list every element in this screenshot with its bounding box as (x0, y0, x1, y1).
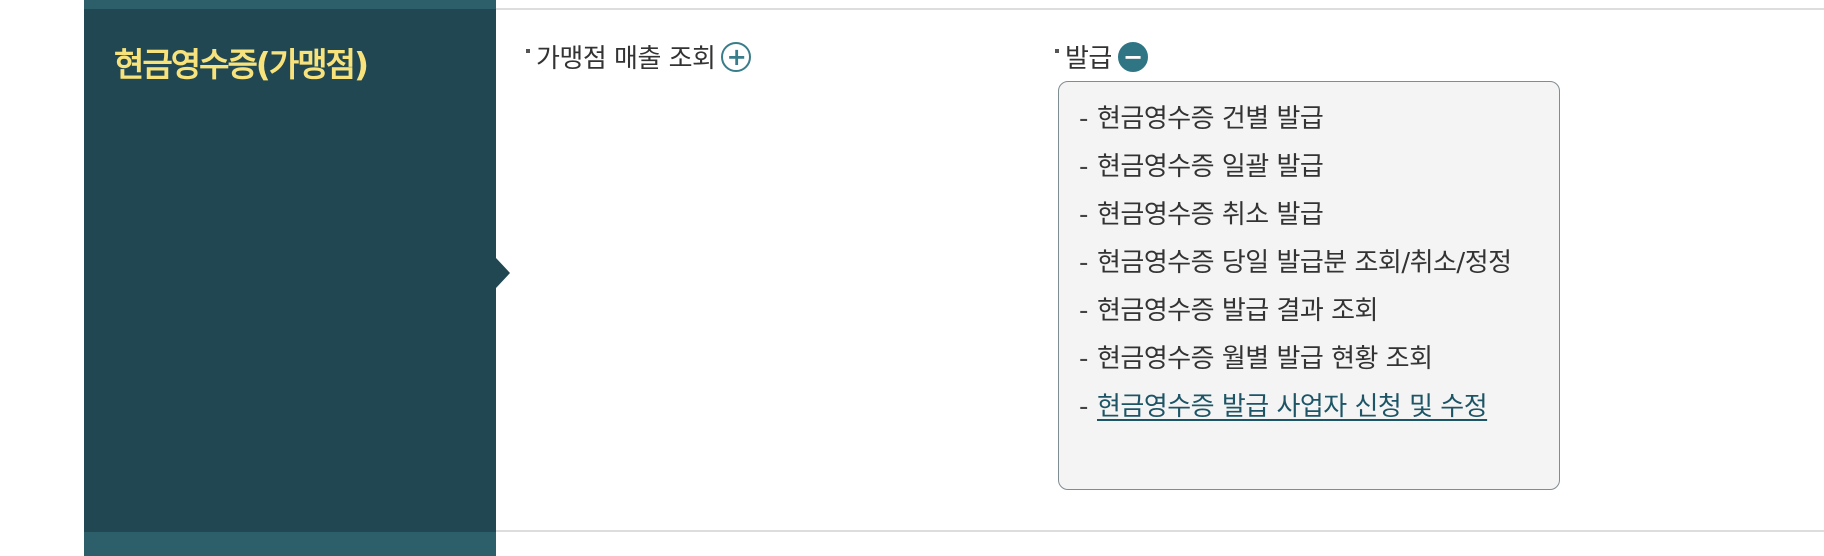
side-panel-top-strip (84, 0, 496, 9)
menu-issue[interactable]: 발급 − (1055, 38, 1148, 75)
dash-marker: - (1079, 248, 1088, 278)
dash-marker: - (1079, 152, 1088, 182)
submenu-item-single-issue[interactable]: - 현금영수증 건별 발급 (1079, 102, 1539, 137)
submenu-item-monthly-status[interactable]: - 현금영수증 월별 발급 현황 조회 (1079, 342, 1539, 377)
issue-submenu-list: - 현금영수증 건별 발급 - 현금영수증 일괄 발급 - 현금영수증 취소 발… (1079, 102, 1539, 425)
submenu-item-bulk-issue[interactable]: - 현금영수증 일괄 발급 (1079, 150, 1539, 185)
side-panel-pointer (496, 258, 510, 288)
submenu-item-issuer-registration[interactable]: - 현금영수증 발급 사업자 신청 및 수정 (1079, 390, 1539, 425)
top-divider (496, 8, 1824, 10)
dash-marker: - (1079, 344, 1088, 374)
bottom-divider (496, 530, 1824, 532)
bullet-dot (526, 48, 530, 53)
dash-marker: - (1079, 392, 1088, 422)
menu-sales-inquiry[interactable]: 가맹점 매출 조회 + (526, 38, 752, 75)
submenu-item-issue-result[interactable]: - 현금영수증 발급 결과 조회 (1079, 294, 1539, 329)
dash-marker: - (1079, 104, 1088, 134)
dash-marker: - (1079, 200, 1088, 230)
menu-sales-inquiry-label[interactable]: 가맹점 매출 조회 (536, 38, 716, 75)
submenu-item-label[interactable]: 현금영수증 월별 발급 현황 조회 (1097, 342, 1539, 377)
submenu-item-label[interactable]: 현금영수증 취소 발급 (1097, 198, 1539, 233)
bullet-dot (1055, 48, 1059, 53)
submenu-item-label[interactable]: 현금영수증 건별 발급 (1097, 102, 1539, 137)
expand-plus-icon[interactable]: + (721, 41, 752, 72)
submenu-item-label-active[interactable]: 현금영수증 발급 사업자 신청 및 수정 (1097, 390, 1539, 425)
submenu-item-label[interactable]: 현금영수증 당일 발급분 조회/취소/정정 (1097, 246, 1539, 281)
collapse-minus-icon[interactable]: − (1117, 41, 1148, 72)
menu-issue-label[interactable]: 발급 (1065, 38, 1112, 75)
submenu-item-cancel-issue[interactable]: - 현금영수증 취소 발급 (1079, 198, 1539, 233)
submenu-item-label[interactable]: 현금영수증 발급 결과 조회 (1097, 294, 1539, 329)
dash-marker: - (1079, 296, 1088, 326)
submenu-item-label[interactable]: 현금영수증 일괄 발급 (1097, 150, 1539, 185)
category-title: 현금영수증(가맹점) (114, 45, 369, 84)
side-panel-bottom-strip (84, 532, 496, 556)
submenu-item-same-day-manage[interactable]: - 현금영수증 당일 발급분 조회/취소/정정 (1079, 246, 1539, 281)
issue-submenu-panel: - 현금영수증 건별 발급 - 현금영수증 일괄 발급 - 현금영수증 취소 발… (1058, 81, 1560, 490)
